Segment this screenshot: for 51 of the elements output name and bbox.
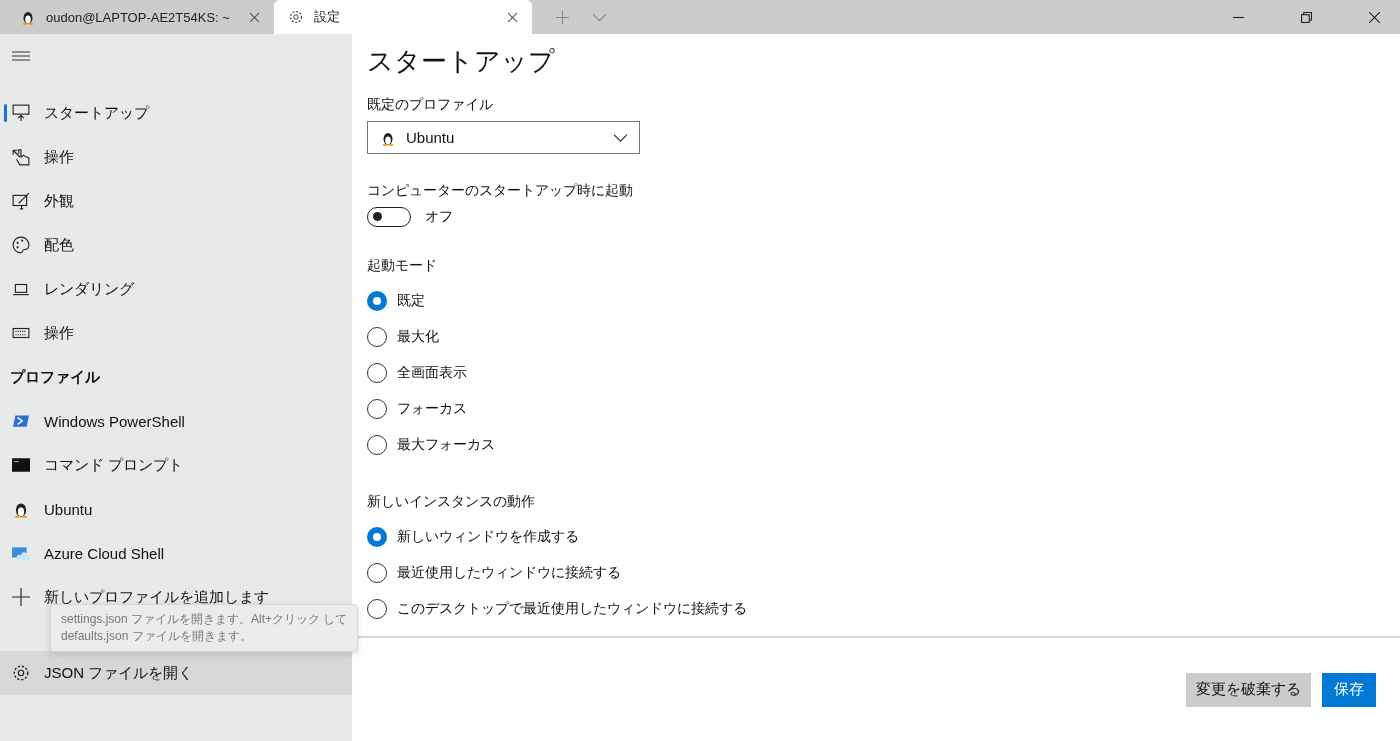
radio-option[interactable]: 最大フォーカス [367,427,1400,463]
radio-option[interactable]: 最大化 [367,319,1400,355]
hand-pointer-icon [12,148,30,166]
nav-item[interactable]: 配色 [0,223,352,267]
monitor-brush-icon [12,192,30,210]
menu-icon[interactable] [12,51,30,61]
nav-item[interactable]: 操作 [0,135,352,179]
field-label: コンピューターのスタートアップ時に起動 [367,182,634,200]
radio-option[interactable]: 新しいウィンドウを作成する [367,519,1400,555]
close-icon[interactable] [1369,11,1380,23]
gear-icon [12,664,30,682]
tooltip-text: defaults.json ファイルを開きます。 [61,628,253,645]
group-label: 新しいインスタンスの動作 [367,493,536,511]
group-label: 起動モード [367,257,438,275]
gear-icon [288,9,304,25]
penguin-icon [12,500,30,518]
tab[interactable]: oudon@LAPTOP-AE2T54KS: ~ [0,0,274,34]
discard-button[interactable]: 変更を破棄する [1186,672,1311,707]
nav-item[interactable]: 外観 [0,179,352,223]
profile-item[interactable]: Azure Cloud Shell [0,531,352,575]
nav-item[interactable]: スタートアップ [0,91,352,135]
powershell-icon [12,412,30,430]
radio-option[interactable]: このデスクトップで最近使用したウィンドウに接続する [367,591,1400,627]
nav-item[interactable]: レンダリング [0,267,352,311]
profile-item[interactable]: コマンド プロンプト [0,443,352,487]
nav-item[interactable]: 操作 [0,311,352,355]
toggle-state: オフ [425,208,453,226]
close-icon[interactable] [249,11,260,23]
close-icon[interactable] [507,11,518,23]
penguin-icon [20,9,36,25]
caret-icon [614,133,627,142]
page-title: スタートアップ [367,45,556,78]
monitor-arrow-icon [12,104,30,122]
profile-item[interactable]: Ubuntu [0,487,352,531]
radio-option[interactable]: 全画面表示 [367,355,1400,391]
radio-option[interactable]: フォーカス [367,391,1400,427]
section-heading: プロファイル [9,366,101,387]
cloud-shell-icon [12,544,30,562]
field-label: 既定のプロファイル [367,96,494,114]
save-button[interactable]: 保存 [1322,672,1376,707]
open-json-item[interactable]: JSON ファイルを開く [0,651,352,695]
profile-dropdown[interactable]: Ubuntu [367,121,640,154]
tooltip-text: settings.json ファイルを開きます。Alt+クリック して [61,611,348,628]
restore-icon[interactable] [1301,11,1312,23]
profile-item[interactable]: Windows PowerShell [0,399,352,443]
radio-option[interactable]: 既定 [367,283,1400,319]
palette-icon [12,236,30,254]
radio-option[interactable]: 最近使用したウィンドウに接続する [367,555,1400,591]
terminal-icon [12,456,30,474]
tab[interactable]: 設定 [274,0,532,34]
plus-icon [12,588,30,606]
